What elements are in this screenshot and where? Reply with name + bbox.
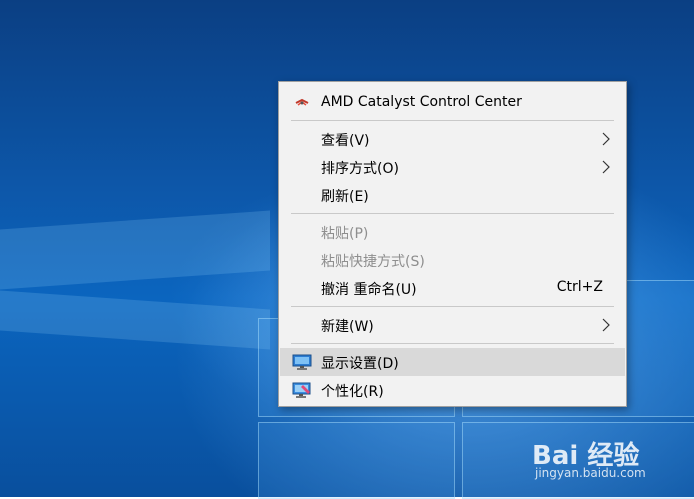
menu-item-refresh[interactable]: 刷新(E) [280,181,625,209]
menu-item-label: 排序方式(O) [321,161,399,177]
chevron-right-icon [599,132,613,146]
menu-item-label: 粘贴快捷方式(S) [321,254,425,270]
menu-item-undo-rename[interactable]: 撤消 重命名(U) Ctrl+Z [280,274,625,302]
menu-item-label: 个性化(R) [321,384,384,400]
light-beam [0,290,270,350]
menu-item-label: 新建(W) [321,319,374,335]
menu-item-label: AMD Catalyst Control Center [321,94,522,110]
menu-separator [291,213,614,214]
chevron-right-icon [599,318,613,332]
menu-item-paste[interactable]: 粘贴(P) [280,218,625,246]
personalize-icon [292,381,312,399]
menu-item-new[interactable]: 新建(W) [280,311,625,339]
menu-item-label: 粘贴(P) [321,226,369,242]
menu-item-label: 查看(V) [321,133,370,149]
menu-item-view[interactable]: 查看(V) [280,125,625,153]
display-settings-icon [292,353,312,371]
light-beam [0,210,270,290]
menu-item-label: 撤消 重命名(U) [321,282,417,298]
chevron-right-icon [599,160,613,174]
watermark-url: jingyan.baidu.com [535,466,646,480]
menu-item-label: 刷新(E) [321,189,369,205]
menu-separator [291,120,614,121]
menu-item-display-settings[interactable]: 显示设置(D) [280,348,625,376]
desktop-context-menu: AMD Catalyst Control Center 查看(V) 排序方式(O… [278,81,627,407]
menu-separator [291,306,614,307]
amd-catalyst-icon [292,94,312,112]
menu-item-paste-shortcut[interactable]: 粘贴快捷方式(S) [280,246,625,274]
menu-item-label: 显示设置(D) [321,356,399,372]
windows-logo-pane [258,422,455,499]
menu-item-amd-catalyst[interactable]: AMD Catalyst Control Center [280,89,625,117]
menu-item-personalize[interactable]: 个性化(R) [280,376,625,404]
menu-item-shortcut: Ctrl+Z [556,279,603,295]
menu-separator [291,343,614,344]
menu-item-sort-by[interactable]: 排序方式(O) [280,153,625,181]
